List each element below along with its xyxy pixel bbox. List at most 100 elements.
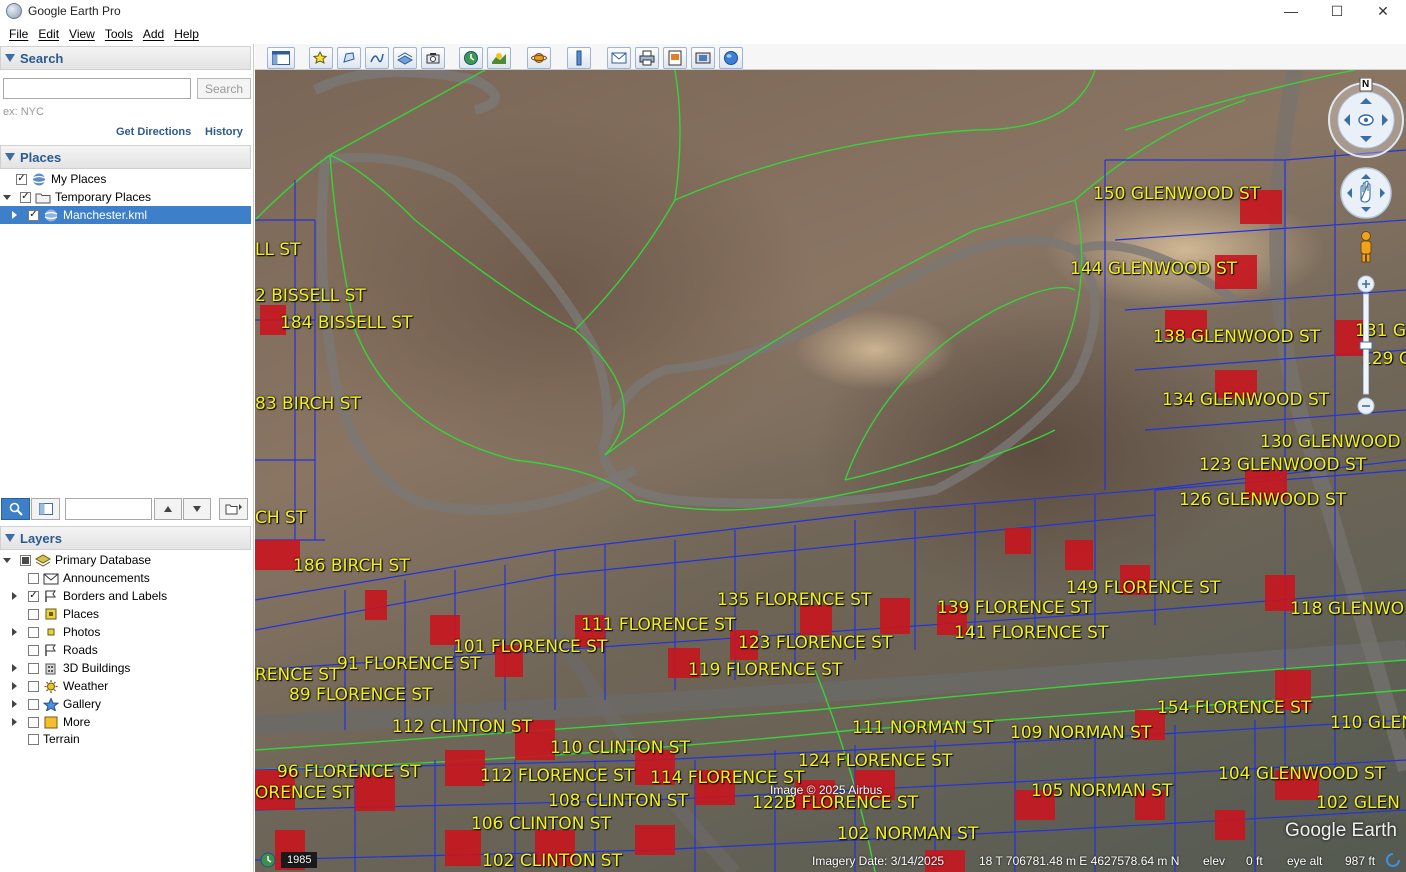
collapse-triangle-icon (5, 153, 15, 161)
checkbox[interactable]: ✓ (16, 173, 27, 185)
parcel-label: LL ST (255, 240, 301, 260)
places-item-manchester-kml[interactable]: ✓ Manchester.kml (0, 206, 251, 224)
panel-icon (38, 503, 53, 515)
checkbox[interactable] (28, 572, 39, 584)
search-header-label: Search (20, 50, 64, 66)
move-down-button[interactable] (183, 498, 211, 520)
street-view-pegman-icon[interactable] (1360, 231, 1372, 263)
imagery-attribution: Image © 2025 Airbus (770, 783, 883, 797)
ruler-button[interactable] (567, 47, 591, 69)
checkbox[interactable]: ✓ (28, 209, 39, 221)
parcel-label: 150 GLENWOOD ST (1093, 184, 1261, 204)
checkbox[interactable] (20, 554, 31, 566)
layer-announcements[interactable]: Announcements (0, 569, 251, 587)
save-image-button[interactable] (663, 47, 687, 69)
history-link[interactable]: History (205, 126, 243, 138)
navigation-controls-graphic (1328, 77, 1404, 415)
expand-arrow-icon[interactable] (12, 592, 17, 600)
expand-arrow-icon[interactable] (12, 718, 17, 726)
layer-borders-and-labels[interactable]: ✓ Borders and Labels (0, 587, 251, 605)
add-path-button[interactable] (365, 47, 389, 69)
menu-tools[interactable]: Tools (100, 27, 138, 41)
expand-arrow-icon[interactable] (12, 664, 17, 672)
historical-imagery-clock-icon[interactable] (260, 852, 276, 871)
email-button[interactable] (607, 47, 631, 69)
layer-places[interactable]: Places (0, 605, 251, 623)
close-button[interactable]: ✕ (1360, 0, 1406, 22)
layer-roads[interactable]: Roads (0, 641, 251, 659)
places-item-my-places[interactable]: ✓ My Places (0, 170, 251, 188)
zoom-slider[interactable] (1357, 275, 1375, 415)
map-view[interactable]: 150 GLENWOOD ST LL ST 144 GLENWOOD ST 2 … (255, 70, 1406, 872)
checkbox[interactable] (28, 608, 39, 620)
layers-header-label: Layers (20, 530, 62, 546)
print-button[interactable] (635, 47, 659, 69)
checkbox[interactable]: ✓ (28, 590, 39, 602)
add-image-overlay-button[interactable] (393, 47, 417, 69)
arrow-up-icon (164, 506, 172, 512)
sunlight-button[interactable] (487, 47, 511, 69)
places-panel-header[interactable]: Places (0, 145, 251, 169)
search-input[interactable] (3, 78, 191, 99)
north-label: N (1362, 79, 1370, 90)
record-tour-button[interactable] (421, 47, 445, 69)
expand-arrow-icon[interactable] (12, 211, 17, 219)
move-joystick[interactable] (1340, 167, 1392, 219)
layers-panel-header[interactable]: Layers (0, 526, 251, 550)
sunrise-icon (492, 53, 506, 64)
search-button[interactable]: Search (197, 78, 251, 99)
checkbox[interactable] (28, 698, 39, 710)
minimize-button[interactable]: — (1268, 0, 1314, 22)
google-earth-logo-icon (6, 3, 22, 19)
movie-maker-button[interactable] (691, 47, 715, 69)
add-polygon-button[interactable] (337, 47, 361, 69)
get-directions-link[interactable]: Get Directions (116, 126, 191, 138)
add-placemark-button[interactable] (309, 47, 333, 69)
parcel-label: 112 CLINTON ST (392, 717, 532, 737)
places-square-icon (45, 608, 57, 619)
places-item-temporary-places[interactable]: ✓ Temporary Places (0, 188, 251, 206)
checkbox[interactable] (28, 644, 39, 656)
clock-globe-icon (464, 51, 478, 65)
expand-arrow-icon[interactable] (3, 194, 11, 200)
layer-primary-database[interactable]: Primary Database (0, 551, 251, 569)
places-folder-menu-button[interactable] (219, 498, 248, 520)
layer-gallery[interactable]: Gallery (0, 695, 251, 713)
checkbox[interactable] (28, 716, 39, 728)
checkbox[interactable]: ✓ (20, 191, 31, 203)
menu-add[interactable]: Add (138, 27, 169, 41)
switch-planet-button[interactable] (527, 47, 551, 69)
maximize-button[interactable]: ☐ (1314, 0, 1360, 22)
expand-arrow-icon[interactable] (12, 628, 17, 636)
layer-3d-buildings[interactable]: 3D Buildings (0, 659, 251, 677)
menu-edit[interactable]: Edit (33, 27, 64, 41)
parcel-label: 108 CLINTON ST (548, 791, 688, 811)
path-icon (370, 53, 384, 63)
search-places-toggle[interactable] (1, 498, 30, 520)
menu-view[interactable]: View (64, 27, 100, 41)
historical-year-badge[interactable]: 1985 (281, 852, 318, 868)
expand-arrow-icon[interactable] (12, 700, 17, 708)
layer-label: Terrain (43, 732, 80, 746)
places-filter-input[interactable] (65, 498, 152, 520)
checkbox[interactable] (28, 626, 39, 638)
expand-arrow-icon[interactable] (12, 682, 17, 690)
sidebar-toggle-button[interactable] (31, 498, 60, 520)
checkbox[interactable] (28, 680, 39, 692)
menu-help[interactable]: Help (169, 27, 204, 41)
move-up-button[interactable] (154, 498, 182, 520)
checkbox[interactable] (28, 662, 39, 674)
menu-file[interactable]: File (4, 27, 33, 41)
layer-photos[interactable]: Photos (0, 623, 251, 641)
places-header-label: Places (20, 149, 62, 165)
look-joystick[interactable] (1328, 82, 1404, 158)
layer-weather[interactable]: Weather (0, 677, 251, 695)
checkbox[interactable] (28, 733, 39, 745)
layer-more[interactable]: More (0, 713, 251, 731)
view-in-maps-button[interactable] (719, 47, 743, 69)
toggle-sidebar-button[interactable] (267, 47, 295, 69)
expand-arrow-icon[interactable] (3, 557, 11, 563)
historical-imagery-button[interactable] (459, 47, 483, 69)
layer-terrain[interactable]: Terrain (0, 730, 251, 748)
search-panel-header[interactable]: Search (0, 46, 251, 70)
